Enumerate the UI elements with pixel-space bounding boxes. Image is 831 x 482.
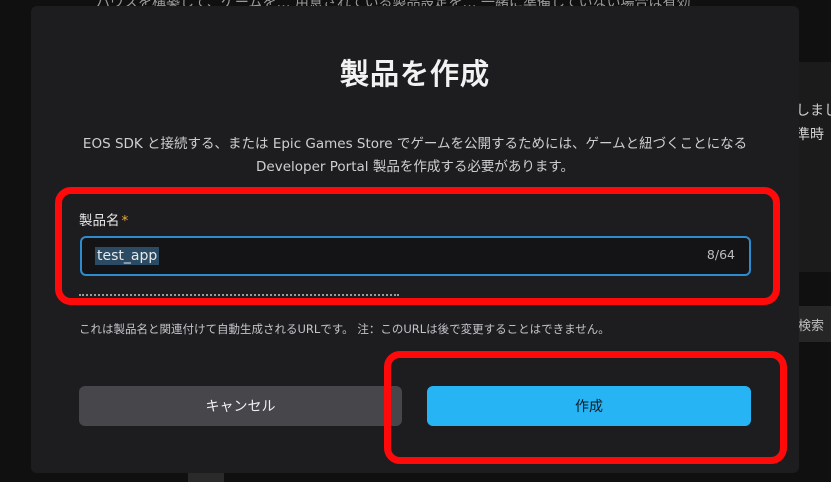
url-preview-partial xyxy=(79,294,399,300)
product-name-value[interactable]: test_app xyxy=(95,247,160,265)
url-help-text: これは製品名と関連付けて自動生成されるURLです。 注：このURLは後で変更する… xyxy=(79,322,610,336)
product-name-input[interactable]: test_app 8/64 xyxy=(80,236,751,276)
product-name-label: 製品名 * xyxy=(79,209,128,229)
create-button[interactable]: 作成 xyxy=(427,386,751,426)
background-search-label: 検索 xyxy=(798,319,825,334)
background-text: 準時 xyxy=(796,127,824,143)
create-product-modal: 製品を作成 EOS SDK と接続する、または Epic Games Store… xyxy=(31,6,799,473)
cancel-button[interactable]: キャンセル xyxy=(79,386,402,426)
modal-title: 製品を作成 xyxy=(339,57,490,91)
character-counter: 8/64 xyxy=(706,247,735,262)
background-panel xyxy=(799,62,831,272)
required-star: * xyxy=(121,213,129,229)
product-name-label-text: 製品名 xyxy=(79,213,120,229)
modal-description: EOS SDK と接続する、または Epic Games Store でゲームを… xyxy=(82,136,748,175)
background-text: しまし xyxy=(796,103,831,119)
